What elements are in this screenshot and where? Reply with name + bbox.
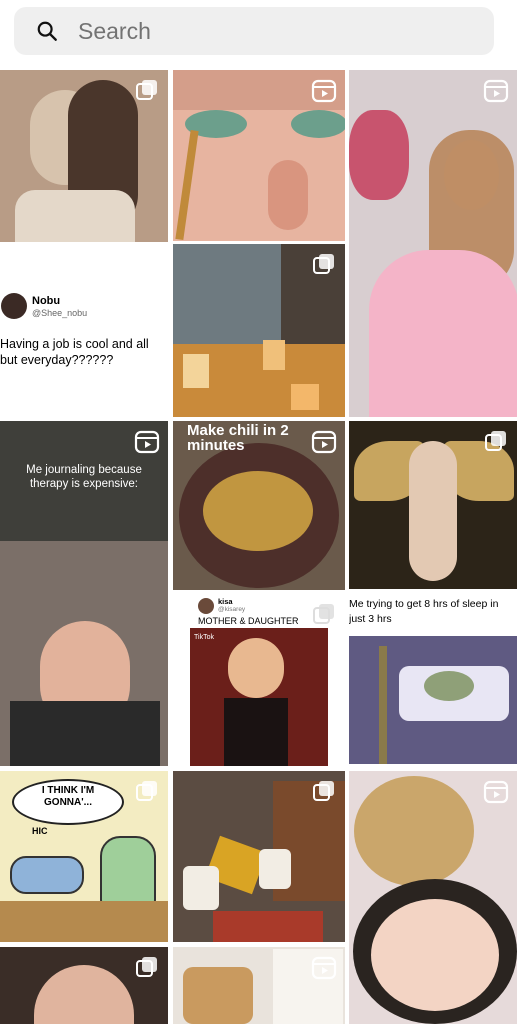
reels-icon bbox=[311, 79, 337, 103]
search-icon bbox=[37, 21, 57, 41]
tweet-text: Having a job is cool and all but everyda… bbox=[0, 337, 149, 367]
post-angel-wings[interactable] bbox=[349, 421, 517, 589]
kisa-title: MOTHER & DAUGHTER bbox=[198, 616, 299, 626]
post-chili-recipe[interactable]: Make chili in 2 minutes bbox=[173, 421, 345, 590]
post-food-bread[interactable] bbox=[173, 947, 345, 1024]
post-tweet[interactable]: Nobu @Shee_nobu Having a job is cool and… bbox=[0, 244, 168, 418]
post-candles[interactable] bbox=[173, 244, 345, 417]
carousel-icon bbox=[136, 957, 157, 977]
avatar bbox=[198, 598, 214, 614]
carousel-icon bbox=[136, 80, 157, 100]
sleep-caption: Me trying to get 8 hrs of sleep in just … bbox=[349, 598, 499, 625]
carousel-icon bbox=[313, 604, 334, 624]
post-autumn-coffee[interactable] bbox=[173, 771, 345, 942]
post-comic[interactable]: I THINK I'M GONNA'... HIC bbox=[0, 771, 168, 942]
kisa-handle: @kisarey bbox=[218, 606, 246, 613]
kisa-name: kisa bbox=[218, 597, 233, 606]
tweet-name: Nobu bbox=[32, 295, 61, 307]
comic-speech: I THINK I'M GONNA'... bbox=[41, 785, 95, 808]
search-input[interactable]: Search bbox=[78, 18, 151, 45]
post-portrait-girl[interactable] bbox=[0, 947, 168, 1024]
reels-icon bbox=[483, 79, 509, 103]
post-pink-dress-cake[interactable] bbox=[349, 70, 517, 417]
carousel-icon bbox=[313, 254, 334, 274]
tweet-handle: @Shee_nobu bbox=[32, 308, 88, 318]
comic-hic: HIC bbox=[32, 826, 48, 836]
tiktok-label: TikTok bbox=[194, 634, 214, 641]
avatar bbox=[1, 293, 27, 319]
post-sleep-meme[interactable]: Me trying to get 8 hrs of sleep in just … bbox=[349, 593, 517, 766]
post-cushion-compact[interactable] bbox=[349, 771, 517, 1024]
post-journaling[interactable]: Me journaling because therapy is expensi… bbox=[0, 421, 168, 766]
journal-caption: Me journaling because therapy is expensi… bbox=[26, 464, 142, 490]
reels-icon bbox=[134, 430, 160, 454]
reels-icon bbox=[311, 956, 337, 980]
search-bar[interactable]: Search bbox=[14, 7, 494, 55]
carousel-icon bbox=[136, 781, 157, 801]
carousel-icon bbox=[485, 431, 506, 451]
carousel-icon bbox=[313, 781, 334, 801]
post-makeup[interactable] bbox=[173, 70, 345, 241]
reels-icon bbox=[483, 780, 509, 804]
post-vintage-portrait[interactable] bbox=[0, 70, 168, 242]
reels-icon bbox=[311, 430, 337, 454]
post-mother-daughter[interactable]: kisa @kisarey MOTHER & DAUGHTER TikTok bbox=[173, 594, 345, 766]
